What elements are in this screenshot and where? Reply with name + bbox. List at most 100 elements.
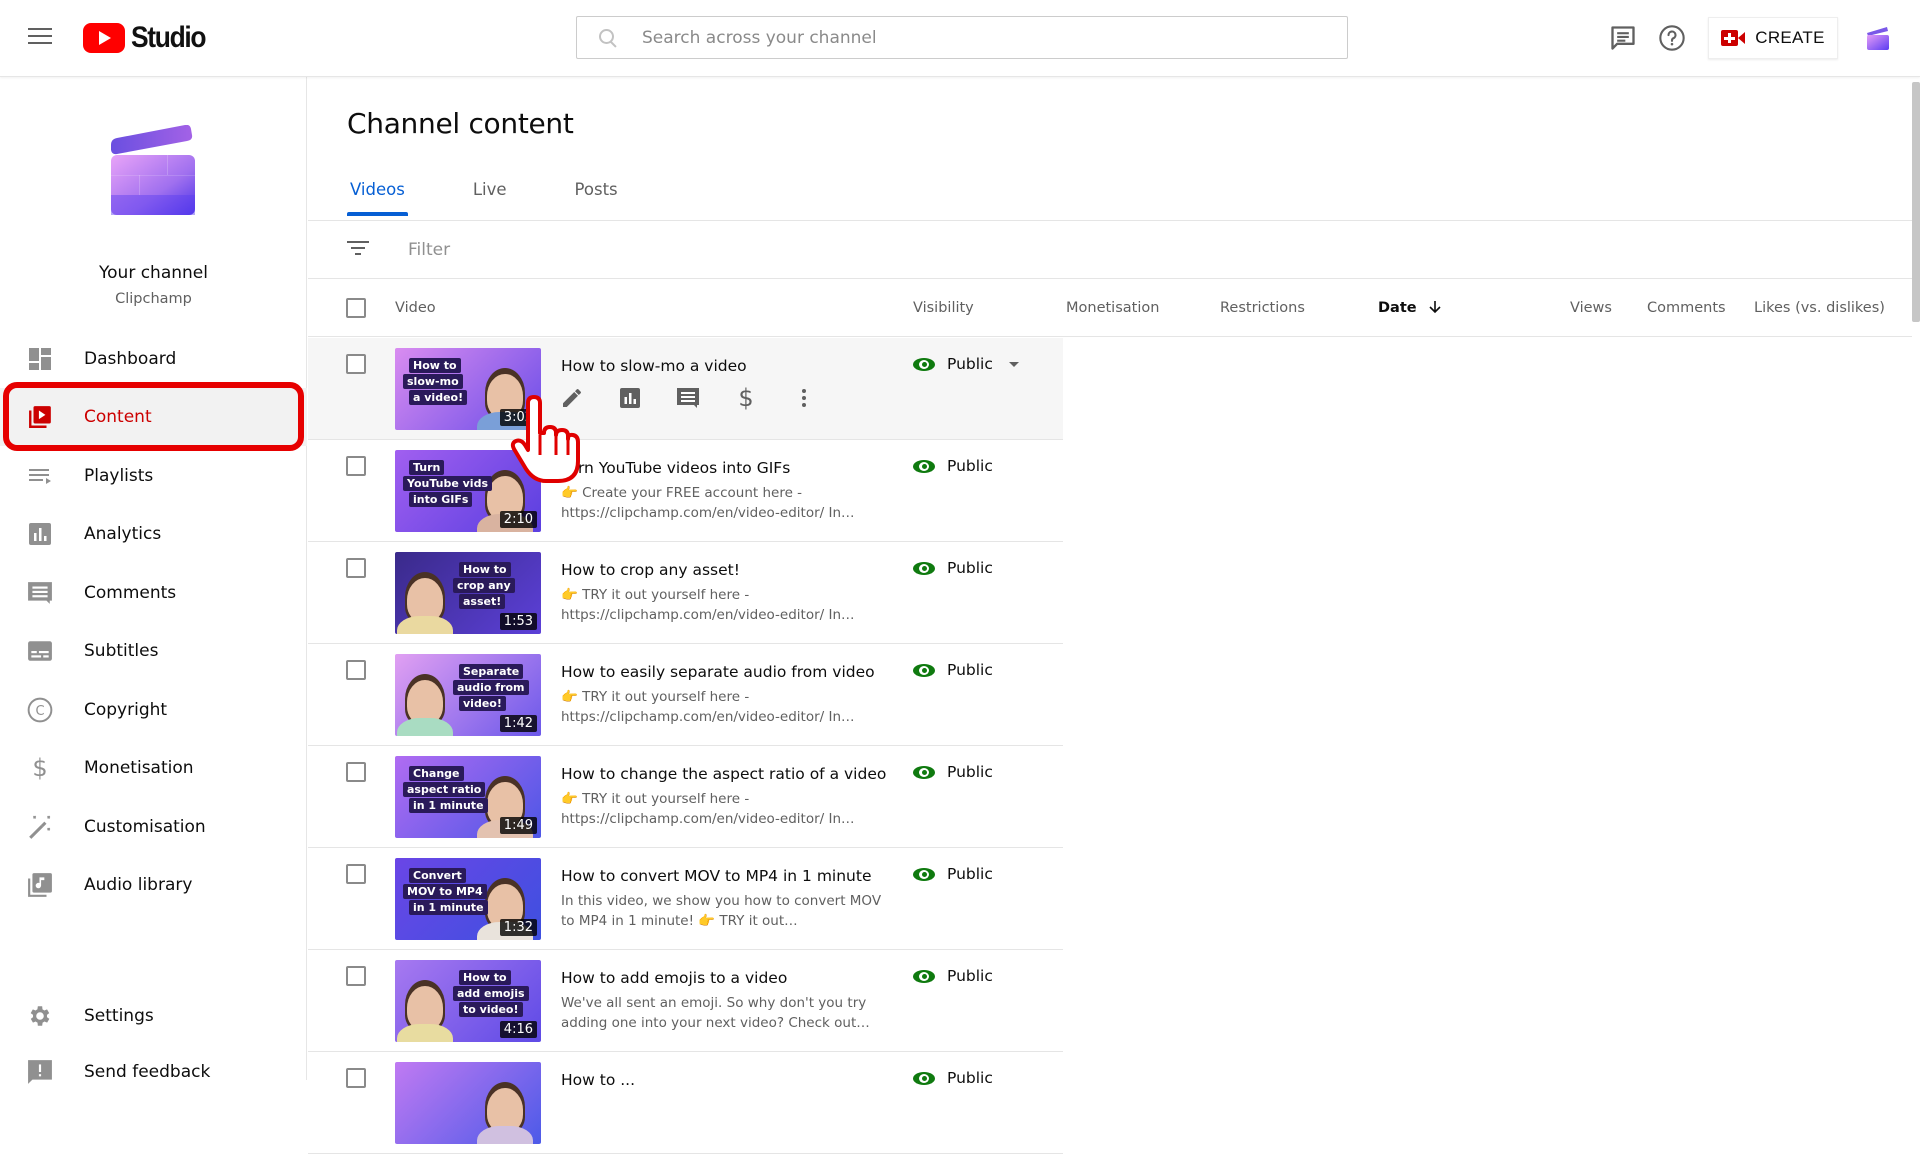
eye-icon [913,662,935,678]
visibility-label: Public [947,355,993,373]
sidebar-item-send-feedback[interactable]: Send feedback [0,1043,307,1101]
video-thumbnail[interactable]: Turn YouTube vids into GIFs 2:10 [395,450,541,532]
video-title[interactable]: How to ... [561,1071,635,1089]
thumbnail-caption: add emojis [453,986,529,1001]
row-checkbox[interactable] [346,1068,366,1088]
video-title[interactable]: How to slow-mo a video [561,357,747,375]
comments-icon[interactable] [676,386,700,410]
sidebar-item-content[interactable]: Content [0,388,307,446]
sidebar-item-settings[interactable]: Settings [0,987,307,1045]
message-icon[interactable] [1609,24,1637,52]
table-row[interactable]: Turn YouTube vids into GIFs 2:10 Turn YouTub… [308,440,1063,542]
sidebar-item-comments[interactable]: Comments [0,564,307,622]
search-box[interactable] [576,16,1348,59]
table-row[interactable]: How to slow-mo a video! 3:02 How to slow-mo … [308,338,1063,440]
row-checkbox[interactable] [346,354,366,374]
column-restrictions[interactable]: Restrictions [1220,300,1305,316]
table-row[interactable]: Separate audio from video! 1:42 How to easil… [308,644,1063,746]
video-thumbnail[interactable]: How to add emojis to video! 4:16 [395,960,541,1042]
sidebar-item-monetisation[interactable]: $ Monetisation [0,739,307,797]
subtitles-icon [27,638,53,664]
table-row[interactable]: Convert MOV to MP4 in 1 minute 1:32 How to c… [308,848,1063,950]
visibility-selector[interactable]: Public [913,661,993,679]
sidebar-item-audio-library[interactable]: Audio library [0,856,307,914]
thumbnail-caption: into GIFs [409,492,473,507]
visibility-label: Public [947,865,993,883]
video-thumbnail[interactable]: How to slow-mo a video! 3:02 [395,348,541,430]
edit-icon[interactable] [560,386,584,410]
video-thumbnail[interactable]: Separate audio from video! 1:42 [395,654,541,736]
row-checkbox[interactable] [346,660,366,680]
video-thumbnail[interactable] [395,1062,541,1144]
column-views[interactable]: Views [1570,300,1612,316]
filter-input[interactable] [408,235,1008,265]
visibility-selector[interactable]: Public [913,559,993,577]
thumbnail-caption: How to [459,970,511,985]
video-title[interactable]: How to easily separate audio from video [561,663,875,681]
table-row[interactable]: How to add emojis to video! 4:16 How to add … [308,950,1063,1052]
video-thumbnail[interactable]: How to crop any asset! 1:53 [395,552,541,634]
search-input[interactable] [642,27,1322,48]
table-row[interactable]: How to crop any asset! 1:53 How to crop any … [308,542,1063,644]
sidebar-item-label: Dashboard [84,349,177,369]
youtube-studio-logo[interactable]: Studio [83,21,215,55]
dropdown-caret-icon[interactable] [1008,361,1019,367]
video-title[interactable]: How to crop any asset! [561,561,740,579]
sidebar-item-subtitles[interactable]: Subtitles [0,622,307,680]
column-monetisation[interactable]: Monetisation [1066,300,1159,316]
sidebar-item-dashboard[interactable]: Dashboard [0,330,307,388]
visibility-selector[interactable]: Public [913,1069,993,1087]
visibility-selector[interactable]: Public [913,355,1019,373]
help-icon[interactable] [1658,24,1686,52]
row-checkbox[interactable] [346,864,366,884]
video-thumbnail[interactable]: Change aspect ratio in 1 minute 1:49 [395,756,541,838]
column-likes[interactable]: Likes (vs. dislikes) [1754,300,1885,316]
row-checkbox[interactable] [346,558,366,578]
tab-posts[interactable]: Posts [572,172,621,216]
column-visibility[interactable]: Visibility [913,300,974,316]
video-title[interactable]: How to change the aspect ratio of a vide… [561,765,886,783]
video-title[interactable]: How to convert MOV to MP4 in 1 minute [561,867,871,885]
visibility-selector[interactable]: Public [913,763,993,781]
select-all-checkbox[interactable] [346,298,366,318]
video-title[interactable]: How to add emojis to a video [561,969,787,987]
sidebar-item-copyright[interactable]: C Copyright [0,681,307,739]
eye-icon [913,560,935,576]
sidebar-item-playlists[interactable]: Playlists [0,447,307,505]
visibility-selector[interactable]: Public [913,457,993,475]
sidebar-item-label: Monetisation [84,758,194,778]
table-row[interactable]: How to ... Public [308,1052,1063,1154]
sidebar-item-analytics[interactable]: Analytics [0,505,307,563]
visibility-label: Public [947,967,993,985]
filter-icon[interactable] [346,241,370,259]
more-options-icon[interactable] [792,386,816,410]
column-comments[interactable]: Comments [1647,300,1726,316]
sidebar-item-customisation[interactable]: Customisation [0,798,307,856]
tab-live[interactable]: Live [470,172,510,216]
analytics-icon[interactable] [618,386,642,410]
channel-avatar[interactable] [109,124,195,215]
row-checkbox[interactable] [346,966,366,986]
create-label: CREATE [1755,28,1825,47]
table-row[interactable]: Change aspect ratio in 1 minute 1:49 How to … [308,746,1063,848]
scrollbar[interactable] [1912,82,1920,322]
eye-icon [913,356,935,372]
table-header: Video Visibility Monetisation Restrictio… [308,279,1912,337]
video-thumbnail[interactable]: Convert MOV to MP4 in 1 minute 1:32 [395,858,541,940]
visibility-selector[interactable]: Public [913,865,993,883]
hamburger-icon[interactable] [28,28,52,48]
visibility-selector[interactable]: Public [913,967,993,985]
column-date[interactable]: Date [1378,300,1442,316]
account-avatar[interactable] [1864,24,1892,52]
visibility-label: Public [947,457,993,475]
filter-bar [308,221,1912,279]
row-checkbox[interactable] [346,456,366,476]
video-title[interactable]: Turn YouTube videos into GIFs [561,459,790,477]
row-checkbox[interactable] [346,762,366,782]
tab-videos[interactable]: Videos [347,172,408,216]
create-button[interactable]: CREATE [1708,17,1838,59]
video-description: 👉 TRY it out yourself here - https://cli… [561,791,855,827]
eye-icon [913,866,935,882]
video-duration: 1:32 [499,919,537,936]
monetisation-icon[interactable]: $ [734,385,758,411]
